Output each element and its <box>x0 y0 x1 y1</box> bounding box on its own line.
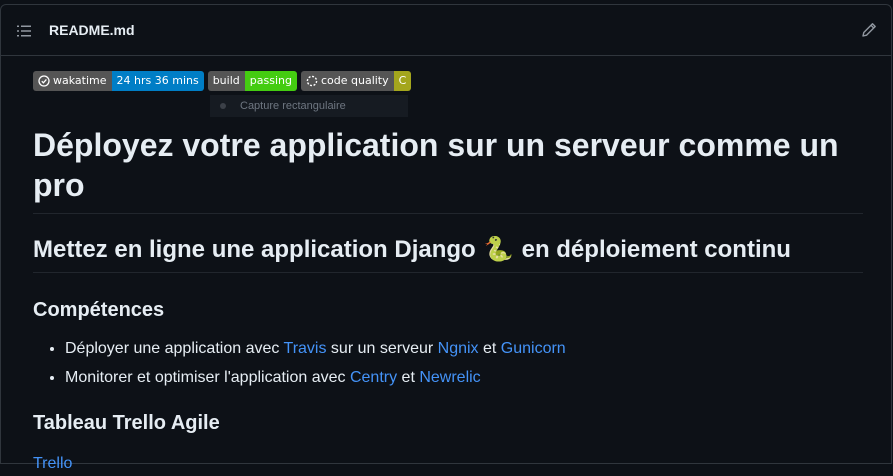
capture-tooltip: Capture rectangulaire <box>210 95 408 117</box>
travis-link[interactable]: Travis <box>284 340 327 357</box>
centry-link[interactable]: Centry <box>350 369 397 386</box>
list-item-text: et <box>397 369 420 386</box>
list-item-text: sur un serveur <box>326 340 438 357</box>
code-quality-badge[interactable]: code quality C <box>300 71 412 91</box>
list-icon[interactable] <box>16 23 32 39</box>
skills-heading: Compétences <box>33 299 165 321</box>
badge-row: wakatime 24 hrs 36 mins build passing co… <box>33 71 863 117</box>
file-header: README.md <box>1 5 891 56</box>
wakatime-badge-value: 24 hrs 36 mins <box>111 71 204 91</box>
page-title: Déployez votre application sur un serveu… <box>33 125 863 214</box>
build-badge[interactable]: build passing <box>207 71 297 91</box>
tooltip-dot <box>220 103 226 109</box>
trello-heading: Tableau Trello Agile <box>33 412 220 434</box>
wakatime-badge-label: wakatime <box>53 74 107 87</box>
file-name: README.md <box>49 22 135 38</box>
subtitle: Mettez en ligne une application Django 🐍… <box>33 234 863 273</box>
gunicorn-link[interactable]: Gunicorn <box>501 340 566 357</box>
list-item-text: et <box>478 340 501 357</box>
subtitle-after: en déploiement continu <box>521 236 791 263</box>
clock-icon <box>38 75 50 87</box>
code-quality-badge-value: C <box>393 71 412 91</box>
readme-content: wakatime 24 hrs 36 mins build passing co… <box>33 71 863 476</box>
build-badge-value: passing <box>244 71 297 91</box>
spinner-icon <box>306 75 318 87</box>
tooltip-text: Capture rectangulaire <box>240 100 346 112</box>
subtitle-before: Mettez en ligne une application Django <box>33 236 476 263</box>
code-quality-badge-label: code quality <box>320 74 389 87</box>
list-item-text: Monitorer et optimiser l'application ave… <box>65 369 350 386</box>
list-item-text: Déployer une application avec <box>65 340 284 357</box>
wakatime-badge[interactable]: wakatime 24 hrs 36 mins <box>33 71 204 91</box>
snake-emoji: 🐍 <box>483 236 514 263</box>
newrelic-link[interactable]: Newrelic <box>419 369 480 386</box>
skills-list: Déployer une application avec Travis sur… <box>33 337 863 390</box>
list-item: Déployer une application avec Travis sur… <box>65 337 863 361</box>
build-badge-label: build <box>207 71 245 91</box>
trello-paragraph: Trello <box>33 452 863 476</box>
ngnix-link[interactable]: Ngnix <box>438 340 479 357</box>
readme-panel: README.md wakatime 24 hrs 36 mins build … <box>0 4 892 472</box>
list-item: Monitorer et optimiser l'application ave… <box>65 366 863 390</box>
pencil-icon[interactable] <box>861 22 877 38</box>
